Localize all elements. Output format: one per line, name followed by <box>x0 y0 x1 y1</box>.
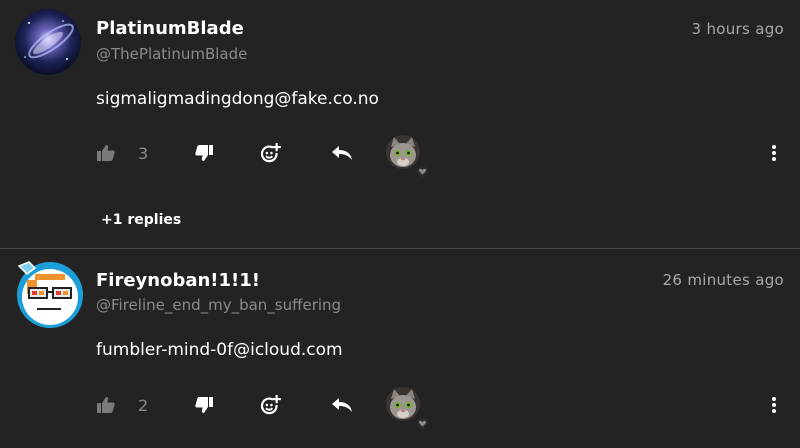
timestamp[interactable]: 26 minutes ago <box>663 271 784 289</box>
cat-reaction-icon <box>386 135 420 169</box>
heart-icon <box>417 162 428 177</box>
like-button[interactable] <box>96 395 116 415</box>
reply-button[interactable] <box>332 395 352 415</box>
comment-actions: 3 <box>96 133 786 177</box>
like-count: 2 <box>138 396 149 415</box>
reply-button[interactable] <box>332 143 352 163</box>
comment-text: fumbler-mind-0f@icloud.com <box>96 340 343 360</box>
comment: PlatinumBlade @ThePlatinumBlade 3 hours … <box>0 0 800 249</box>
reply-icon <box>332 398 352 412</box>
add-reaction-button[interactable] <box>261 395 281 415</box>
like-button[interactable] <box>96 143 116 163</box>
reactor-avatar[interactable] <box>386 133 428 177</box>
pixel-face-avatar-icon <box>17 261 83 328</box>
add-reaction-icon <box>261 395 281 415</box>
avatar[interactable] <box>15 9 81 75</box>
more-options-button[interactable] <box>770 143 778 163</box>
timestamp[interactable]: 3 hours ago <box>692 20 784 38</box>
cat-reaction-icon <box>386 387 420 421</box>
author-name[interactable]: PlatinumBlade <box>96 18 244 39</box>
author-name[interactable]: Fireynoban!1!1! <box>96 270 260 291</box>
comment-text: sigmaligmadingdong@fake.co.no <box>96 89 379 109</box>
add-reaction-icon <box>261 143 281 163</box>
view-replies-button[interactable]: +1 replies <box>101 212 181 228</box>
heart-icon <box>417 414 428 429</box>
galaxy-avatar-icon <box>15 9 81 75</box>
comment-actions: 2 <box>96 385 786 429</box>
dislike-button[interactable] <box>194 143 214 163</box>
thumbs-down-icon <box>195 397 213 413</box>
more-options-button[interactable] <box>770 395 778 415</box>
author-handle[interactable]: @ThePlatinumBlade <box>96 45 247 63</box>
add-reaction-button[interactable] <box>261 143 281 163</box>
reactor-avatar[interactable] <box>386 385 428 429</box>
avatar[interactable] <box>15 260 83 328</box>
reply-icon <box>332 146 352 160</box>
more-vertical-icon <box>772 145 776 161</box>
comment: Fireynoban!1!1! @Fireline_end_my_ban_suf… <box>0 249 800 448</box>
more-vertical-icon <box>772 397 776 413</box>
thumbs-up-icon <box>97 397 115 413</box>
like-count: 3 <box>138 144 149 163</box>
thumbs-down-icon <box>195 145 213 161</box>
author-handle[interactable]: @Fireline_end_my_ban_suffering <box>96 296 341 314</box>
thumbs-up-icon <box>97 145 115 161</box>
dislike-button[interactable] <box>194 395 214 415</box>
